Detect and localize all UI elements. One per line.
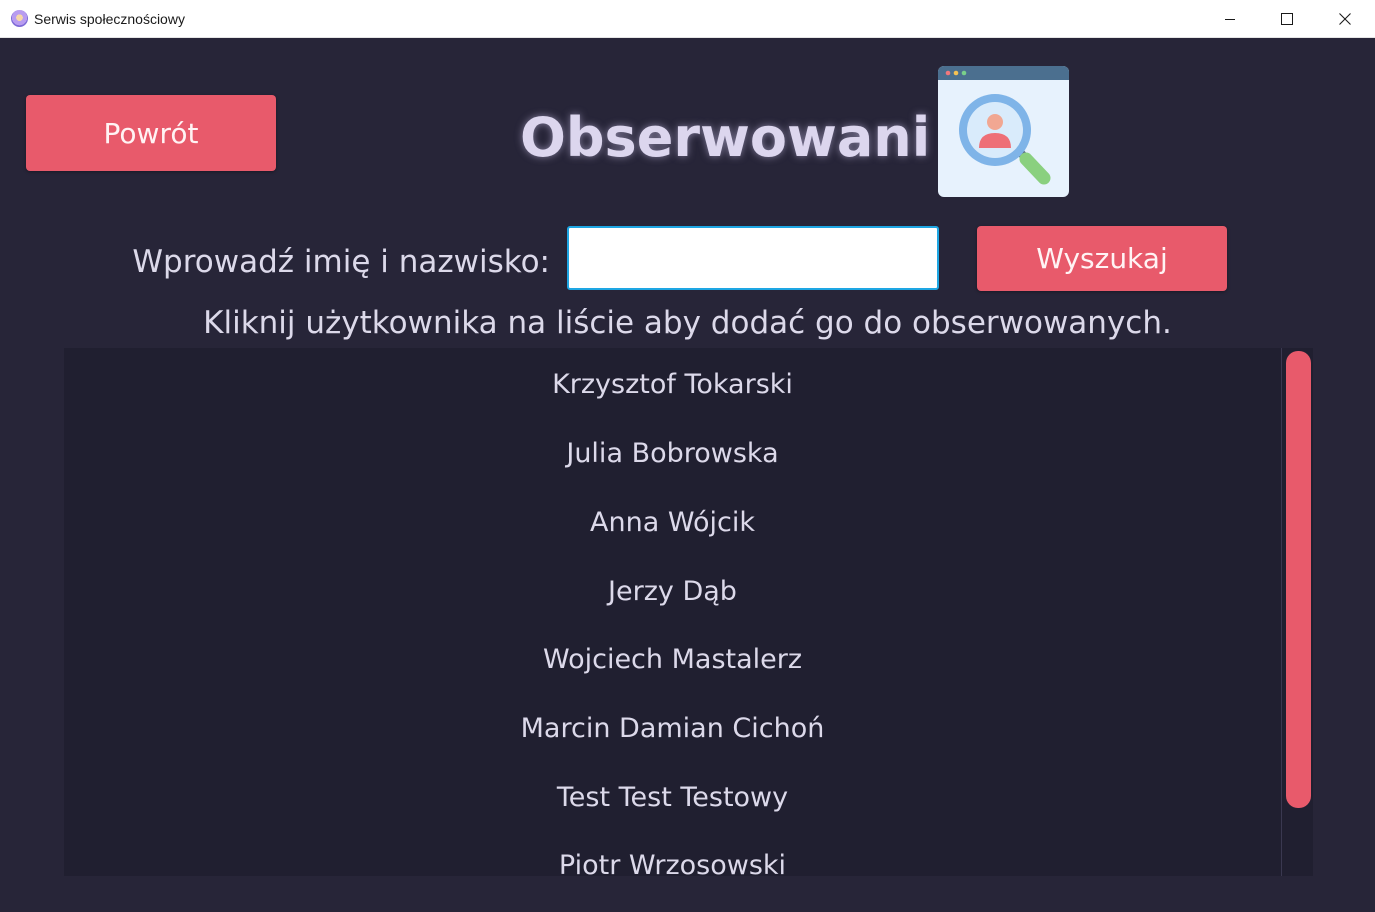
close-icon xyxy=(1339,12,1351,25)
list-item[interactable]: Wojciech Mastalerz xyxy=(64,625,1281,694)
window-title: Serwis społecznościowy xyxy=(34,11,185,27)
list-item[interactable]: Anna Wójcik xyxy=(64,488,1281,557)
user-list[interactable]: Krzysztof Tokarski Julia Bobrowska Anna … xyxy=(64,348,1313,876)
user-list-items: Krzysztof Tokarski Julia Bobrowska Anna … xyxy=(64,348,1281,876)
maximize-icon xyxy=(1281,12,1293,25)
search-input[interactable] xyxy=(567,226,939,290)
list-item[interactable]: Jerzy Dąb xyxy=(64,557,1281,626)
list-item[interactable]: Piotr Wrzosowski xyxy=(64,831,1281,876)
page-title: Obserwowani xyxy=(520,106,931,169)
title-bar[interactable]: Serwis społecznościowy xyxy=(0,0,1375,38)
minimize-button[interactable] xyxy=(1207,0,1253,37)
instruction-text: Kliknij użytkownika na liście aby dodać … xyxy=(203,305,1172,341)
back-button[interactable]: Powrót xyxy=(26,95,276,171)
list-item[interactable]: Julia Bobrowska xyxy=(64,419,1281,488)
scrollbar-thumb[interactable] xyxy=(1286,351,1311,808)
minimize-icon xyxy=(1225,18,1235,20)
app-window: Serwis społecznościowy Powrót Obserwowan… xyxy=(0,0,1375,912)
maximize-button[interactable] xyxy=(1264,0,1310,37)
list-item[interactable]: Test Test Testowy xyxy=(64,763,1281,832)
list-item[interactable]: Marcin Damian Cichoń xyxy=(64,694,1281,763)
list-item[interactable]: Krzysztof Tokarski xyxy=(64,350,1281,419)
search-button[interactable]: Wyszukaj xyxy=(977,226,1227,291)
search-label: Wprowadź imię i nazwisko: xyxy=(132,244,550,280)
user-search-icon xyxy=(938,66,1069,197)
close-button[interactable] xyxy=(1322,0,1368,37)
app-icon xyxy=(11,10,28,27)
